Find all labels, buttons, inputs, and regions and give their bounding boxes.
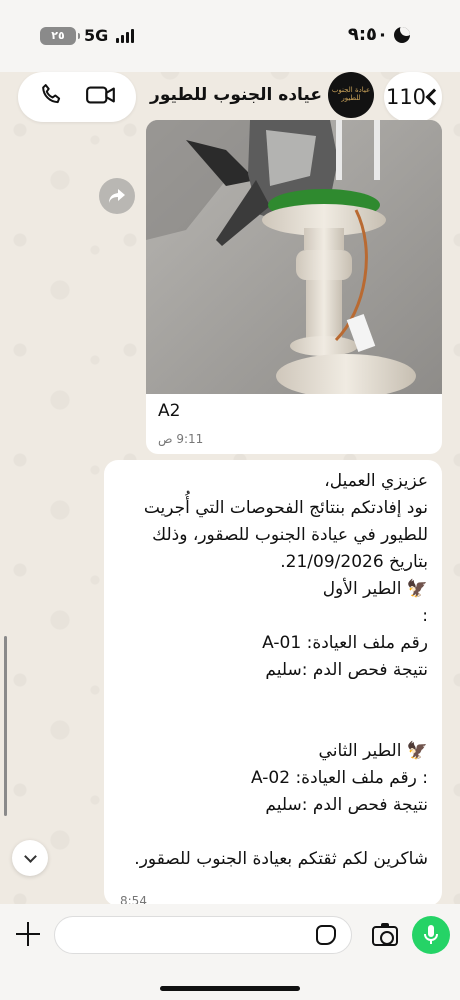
falcon-photo[interactable] [146,120,442,394]
phone-icon[interactable] [38,81,66,113]
status-bar: ٢٥ 5G ٩:٥٠ [0,0,460,72]
chat-title[interactable]: عياده الجنوب للطيور [150,85,322,105]
signal-icon [116,28,135,43]
sticker-icon[interactable] [316,925,336,945]
status-time: ٩:٥٠ [347,24,388,45]
image-message-time: 9:11 ص [158,432,204,446]
image-message-bubble[interactable]: A2 9:11 ص [146,120,442,454]
camera-icon[interactable] [372,923,398,946]
home-indicator [160,986,300,991]
status-right: ٩:٥٠ [348,24,410,45]
moon-icon [394,26,410,43]
chevron-left-icon [425,88,443,106]
forward-icon [109,189,125,203]
avatar[interactable]: عيادة الجنوب للطيور [328,72,374,118]
call-actions [18,72,136,122]
avatar-logo-text: عيادة الجنوب للطيور [331,86,371,102]
chevron-down-icon [23,849,37,863]
unread-count: 110 [385,85,427,109]
mic-button[interactable] [412,916,450,954]
back-button[interactable]: 110 [384,72,443,122]
battery-indicator: ٢٥ [40,26,80,45]
image-caption: A2 [158,401,181,421]
status-left: ٢٥ 5G [40,26,135,45]
chat-header: عياده الجنوب للطيور عيادة الجنوب للطيور … [0,70,460,126]
plus-icon[interactable] [14,920,42,948]
mic-icon [424,925,438,944]
scroll-indicator [4,636,7,816]
message-input[interactable] [54,916,352,954]
video-icon[interactable] [85,82,117,112]
text-message-bubble[interactable]: عزيزي العميل، نود إفادتكم بنتائج الفحوصا… [104,460,442,906]
message-body: عزيزي العميل، نود إفادتكم بنتائج الفحوصا… [134,471,428,869]
network-label: 5G [84,26,109,45]
forward-button[interactable] [99,178,135,214]
scroll-to-bottom-button[interactable] [12,840,48,876]
